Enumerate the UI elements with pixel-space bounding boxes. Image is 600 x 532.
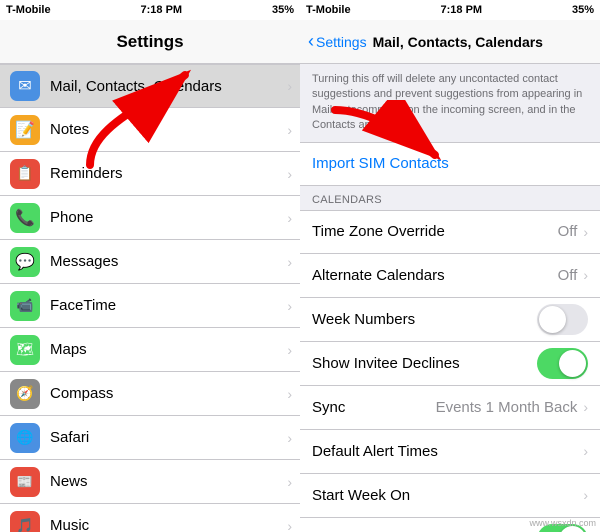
alternate-value: Off xyxy=(558,267,578,284)
reminders-label: Reminders xyxy=(50,165,283,182)
week-numbers-toggle[interactable] xyxy=(537,304,588,335)
settings-item-reminders[interactable]: 📋 Reminders › xyxy=(0,152,300,196)
alternate-label: Alternate Calendars xyxy=(312,267,558,284)
news-label: News xyxy=(50,473,283,490)
messages-icon: 💬 xyxy=(10,247,40,277)
watermark: www.wsxdn.com xyxy=(529,518,596,528)
settings-item-facetime[interactable]: 📹 FaceTime › xyxy=(0,284,300,328)
notes-label: Notes xyxy=(50,121,283,138)
right-carrier: T-Mobile xyxy=(306,4,351,16)
maps-icon: 🗺 xyxy=(10,335,40,365)
reminders-icon: 📋 xyxy=(10,159,40,189)
calendars-section-header: CALENDARS xyxy=(300,186,600,210)
back-chevron-icon: ‹ xyxy=(308,31,314,52)
safari-label: Safari xyxy=(50,429,283,446)
left-panel: T-Mobile 7:18 PM 35% Settings ✉ Mail, Co… xyxy=(0,0,300,532)
messages-label: Messages xyxy=(50,253,283,270)
news-icon: 📰 xyxy=(10,467,40,497)
right-item-sync[interactable]: Sync Events 1 Month Back › xyxy=(300,386,600,430)
settings-item-messages[interactable]: 💬 Messages › xyxy=(0,240,300,284)
messages-chevron: › xyxy=(287,254,292,270)
mail-icon: ✉ xyxy=(10,71,40,101)
music-chevron: › xyxy=(287,518,292,532)
right-item-timezone[interactable]: Time Zone Override Off › xyxy=(300,210,600,254)
settings-item-phone[interactable]: 📞 Phone › xyxy=(0,196,300,240)
compass-chevron: › xyxy=(287,386,292,402)
settings-item-mail[interactable]: ✉ Mail, Contacts, Calendars › xyxy=(0,64,300,108)
week-numbers-label: Week Numbers xyxy=(312,311,537,328)
left-time: 7:18 PM xyxy=(141,4,183,16)
right-item-alternate[interactable]: Alternate Calendars Off › xyxy=(300,254,600,298)
settings-item-notes[interactable]: 📝 Notes › xyxy=(0,108,300,152)
right-item-alert[interactable]: Default Alert Times › xyxy=(300,430,600,474)
maps-label: Maps xyxy=(50,341,283,358)
notes-chevron: › xyxy=(287,122,292,138)
timezone-chevron: › xyxy=(583,224,588,240)
contacts-info-text: Turning this off will delete any unconta… xyxy=(312,73,582,131)
music-label: Music xyxy=(50,517,283,532)
back-button[interactable]: ‹ Settings xyxy=(308,31,367,52)
settings-item-news[interactable]: 📰 News › xyxy=(0,460,300,504)
alternate-chevron: › xyxy=(583,267,588,283)
compass-label: Compass xyxy=(50,385,283,402)
settings-item-compass[interactable]: 🧭 Compass › xyxy=(0,372,300,416)
news-chevron: › xyxy=(287,474,292,490)
right-status-bar: T-Mobile 7:18 PM 35% xyxy=(300,0,600,20)
phone-chevron: › xyxy=(287,210,292,226)
right-item-week-numbers[interactable]: Week Numbers xyxy=(300,298,600,342)
safari-chevron: › xyxy=(287,430,292,446)
music-icon: 🎵 xyxy=(10,511,40,532)
notes-icon: 📝 xyxy=(10,115,40,145)
right-title: Mail, Contacts, Calendars xyxy=(373,34,592,50)
left-settings-list: ✉ Mail, Contacts, Calendars › 📝 Notes › … xyxy=(0,64,300,532)
invitee-label: Show Invitee Declines xyxy=(312,355,537,372)
phone-label: Phone xyxy=(50,209,283,226)
right-content: Turning this off will delete any unconta… xyxy=(300,64,600,532)
right-item-start-week[interactable]: Start Week On › xyxy=(300,474,600,518)
maps-chevron: › xyxy=(287,342,292,358)
sync-label: Sync xyxy=(312,399,436,416)
alert-label: Default Alert Times xyxy=(312,443,583,460)
toggle-knob xyxy=(539,306,566,333)
timezone-value: Off xyxy=(558,223,578,240)
reminders-chevron: › xyxy=(287,166,292,182)
start-week-label: Start Week On xyxy=(312,487,583,504)
right-settings-list: Time Zone Override Off › Alternate Calen… xyxy=(300,210,600,532)
left-carrier: T-Mobile xyxy=(6,4,51,16)
import-sim-label: Import SIM Contacts xyxy=(312,155,449,172)
back-label: Settings xyxy=(316,34,367,50)
right-item-invitee[interactable]: Show Invitee Declines xyxy=(300,342,600,386)
invitee-toggle-knob xyxy=(559,350,586,377)
contacts-info-box: Turning this off will delete any unconta… xyxy=(300,64,600,142)
alert-chevron: › xyxy=(583,443,588,459)
safari-icon: 🌐 xyxy=(10,423,40,453)
right-nav-bar: ‹ Settings Mail, Contacts, Calendars xyxy=(300,20,600,64)
start-week-chevron: › xyxy=(583,487,588,503)
calendars-section-label: CALENDARS xyxy=(312,194,382,206)
left-status-bar: T-Mobile 7:18 PM 35% xyxy=(0,0,300,20)
invitee-toggle[interactable] xyxy=(537,348,588,379)
facetime-label: FaceTime xyxy=(50,297,283,314)
settings-item-safari[interactable]: 🌐 Safari › xyxy=(0,416,300,460)
mail-label: Mail, Contacts, Calendars xyxy=(50,78,283,95)
facetime-chevron: › xyxy=(287,298,292,314)
phone-icon: 📞 xyxy=(10,203,40,233)
compass-icon: 🧭 xyxy=(10,379,40,409)
left-title: Settings xyxy=(116,32,183,52)
left-nav-bar: Settings xyxy=(0,20,300,64)
timezone-label: Time Zone Override xyxy=(312,223,558,240)
import-sim-button[interactable]: Import SIM Contacts xyxy=(300,142,600,186)
sync-chevron: › xyxy=(583,399,588,415)
right-panel: T-Mobile 7:18 PM 35% ‹ Settings Mail, Co… xyxy=(300,0,600,532)
settings-item-music[interactable]: 🎵 Music › xyxy=(0,504,300,532)
settings-item-maps[interactable]: 🗺 Maps › xyxy=(0,328,300,372)
mail-chevron: › xyxy=(287,78,292,94)
right-battery: 35% xyxy=(572,4,594,16)
right-time: 7:18 PM xyxy=(441,4,483,16)
sync-value: Events 1 Month Back xyxy=(436,399,578,416)
left-battery: 35% xyxy=(272,4,294,16)
facetime-icon: 📹 xyxy=(10,291,40,321)
